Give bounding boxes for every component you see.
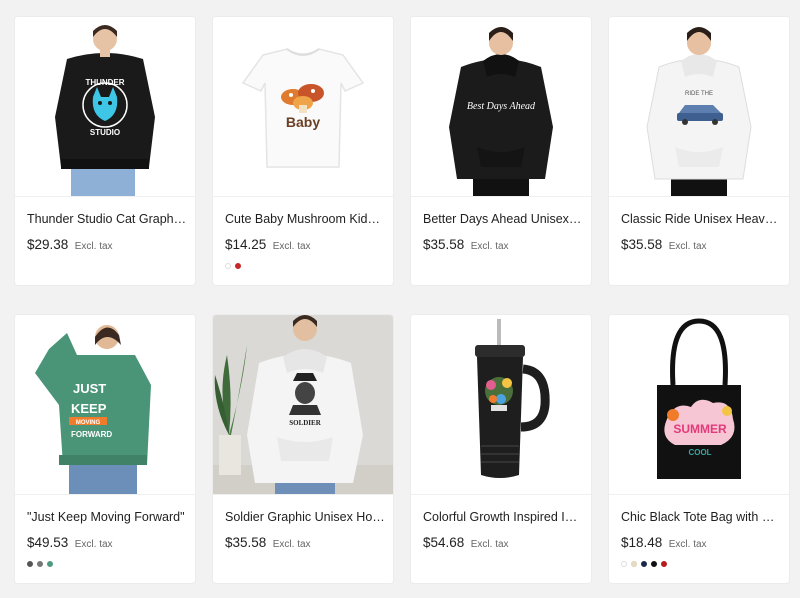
swatch-natural[interactable]	[631, 561, 637, 567]
tax-note: Excl. tax	[272, 539, 311, 550]
better-days-hoodie-image: Best Days Ahead	[411, 17, 591, 196]
product-card[interactable]: Baby Cute Baby Mushroom Kids Tee $14.25 …	[213, 17, 393, 285]
just-keep-sweatshirt-image: JUST KEEP MOVING FORWARD	[15, 315, 195, 494]
product-price: $35.58	[423, 237, 465, 252]
product-grid: THUNDER STUDIO Thunder Studio Cat Graphi…	[0, 0, 800, 598]
tote-subtext: COOL	[688, 448, 711, 457]
sweatshirt-text-line3: MOVING	[76, 420, 101, 426]
price-row: $14.25 Excl. tax	[225, 236, 311, 254]
product-title[interactable]: Better Days Ahead Unisex Heavy Blend Hoo…	[423, 212, 583, 226]
swatch-navy[interactable]	[641, 561, 647, 567]
color-swatches	[27, 561, 53, 567]
product-image[interactable]	[411, 315, 591, 495]
price-row: $35.58 Excl. tax	[423, 236, 509, 254]
tote-bag-image: SUMMER COOL	[609, 315, 789, 494]
tumbler-image	[411, 315, 591, 494]
product-card[interactable]: JUST KEEP MOVING FORWARD "Just Keep Movi…	[15, 315, 195, 583]
swatch-black[interactable]	[651, 561, 657, 567]
price-row: $18.48 Excl. tax	[621, 534, 707, 552]
tax-note: Excl. tax	[470, 539, 509, 550]
sweatshirt-text-bottom: STUDIO	[90, 128, 120, 137]
tax-note: Excl. tax	[668, 539, 707, 550]
sweatshirt-text-line2: KEEP	[71, 401, 107, 416]
product-card[interactable]: THUNDER STUDIO Thunder Studio Cat Graphi…	[15, 17, 195, 285]
price-row: $35.58 Excl. tax	[225, 534, 311, 552]
product-price: $35.58	[225, 535, 267, 550]
product-title[interactable]: Classic Ride Unisex Heavy Blend Hoodie	[621, 212, 781, 226]
product-image[interactable]: SUMMER COOL	[609, 315, 789, 495]
product-price: $54.68	[423, 535, 465, 550]
product-price: $14.25	[225, 237, 267, 252]
tax-note: Excl. tax	[272, 241, 311, 252]
swatch-red[interactable]	[235, 263, 241, 269]
tax-note: Excl. tax	[74, 241, 113, 252]
sweatshirt-text-line1: JUST	[73, 381, 106, 396]
product-price: $29.38	[27, 237, 69, 252]
product-card[interactable]: SOLDIER Soldier Graphic Unisex Hoodie $3…	[213, 315, 393, 583]
product-card[interactable]: Best Days Ahead Better Days Ahead Unisex…	[411, 17, 591, 285]
swatch-gray[interactable]	[37, 561, 43, 567]
product-card[interactable]: Colorful Growth Inspired Insulated Tumbl…	[411, 315, 591, 583]
product-title[interactable]: Colorful Growth Inspired Insulated Tumbl…	[423, 510, 583, 524]
sweatshirt-text-line4: FORWARD	[71, 430, 112, 439]
tax-note: Excl. tax	[74, 539, 113, 550]
swatch-dark-gray[interactable]	[27, 561, 33, 567]
thunder-sweatshirt-image: THUNDER STUDIO	[15, 17, 195, 196]
product-title[interactable]: Soldier Graphic Unisex Hoodie	[225, 510, 385, 524]
swatch-white[interactable]	[621, 561, 627, 567]
hoodie-text: RIDE THE	[685, 91, 713, 97]
product-image[interactable]: RIDE THE	[609, 17, 789, 197]
product-title[interactable]: Cute Baby Mushroom Kids Tee	[225, 212, 385, 226]
product-price: $35.58	[621, 237, 663, 252]
tote-text: SUMMER	[673, 422, 727, 436]
tax-note: Excl. tax	[668, 241, 707, 252]
price-row: $29.38 Excl. tax	[27, 236, 113, 254]
product-price: $18.48	[621, 535, 663, 550]
swatch-white[interactable]	[225, 263, 231, 269]
soldier-hoodie-image: SOLDIER	[213, 315, 393, 494]
product-image[interactable]: JUST KEEP MOVING FORWARD	[15, 315, 195, 495]
product-image[interactable]: THUNDER STUDIO	[15, 17, 195, 197]
price-row: $35.58 Excl. tax	[621, 236, 707, 254]
product-image[interactable]: Best Days Ahead	[411, 17, 591, 197]
product-title[interactable]: Thunder Studio Cat Graphic Sweatshirt	[27, 212, 187, 226]
product-image[interactable]: SOLDIER	[213, 315, 393, 495]
sweatshirt-text-top: THUNDER	[85, 78, 124, 87]
hoodie-text: Best Days Ahead	[467, 101, 536, 112]
tee-text: Baby	[286, 114, 320, 130]
product-title[interactable]: Chic Black Tote Bag with Playful Summer …	[621, 510, 781, 524]
color-swatches	[225, 263, 241, 269]
product-image[interactable]: Baby	[213, 17, 393, 197]
classic-ride-hoodie-image: RIDE THE	[609, 17, 789, 196]
price-row: $49.53 Excl. tax	[27, 534, 113, 552]
hoodie-text: SOLDIER	[289, 419, 321, 427]
product-card[interactable]: SUMMER COOL Chic Black Tote Bag with Pla…	[609, 315, 789, 583]
tax-note: Excl. tax	[470, 241, 509, 252]
price-row: $54.68 Excl. tax	[423, 534, 509, 552]
color-swatches	[621, 561, 667, 567]
swatch-green[interactable]	[47, 561, 53, 567]
swatch-red[interactable]	[661, 561, 667, 567]
product-price: $49.53	[27, 535, 69, 550]
product-card[interactable]: RIDE THE Classic Ride Unisex Heavy Blend…	[609, 17, 789, 285]
product-title[interactable]: "Just Keep Moving Forward"	[27, 510, 187, 524]
baby-mushroom-tee-image: Baby	[213, 17, 393, 196]
